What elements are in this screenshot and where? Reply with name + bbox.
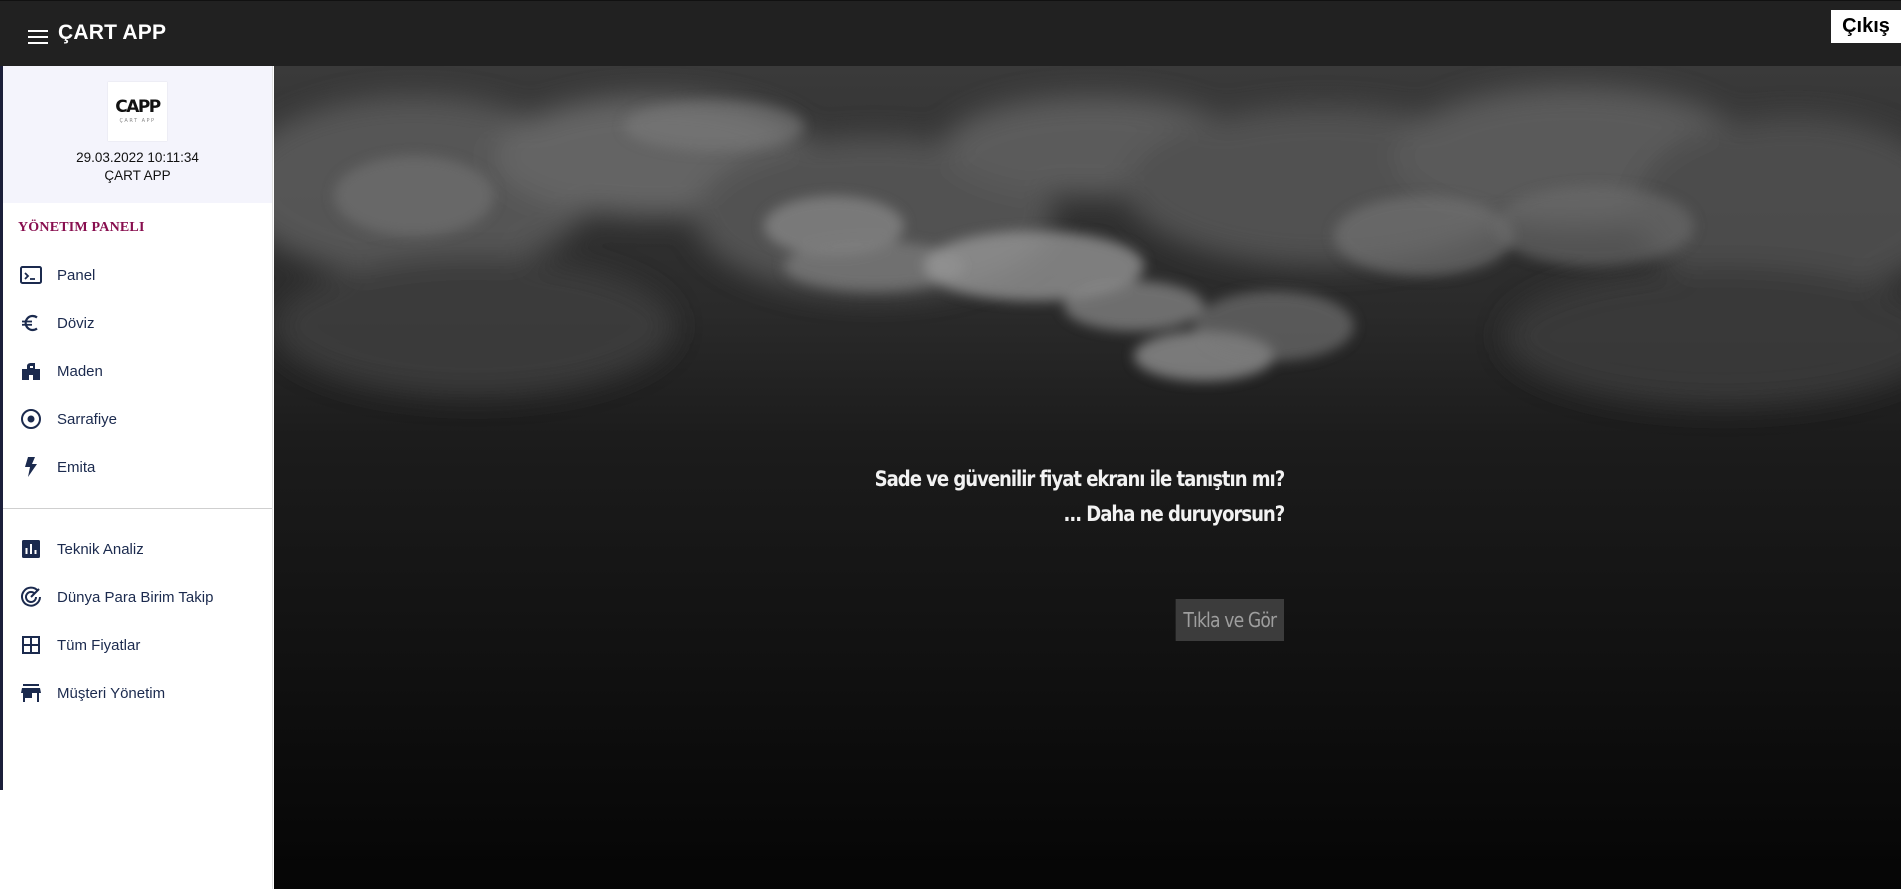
bolt-icon: [19, 455, 43, 479]
euro-icon: [19, 311, 43, 335]
sidebar-item-sarrafiye[interactable]: Sarrafiye: [3, 395, 272, 443]
sidebar-item-doviz[interactable]: Döviz: [3, 299, 272, 347]
app-bar: ÇART APP Çıkış: [0, 0, 1901, 66]
sidebar-item-label: Tüm Fiyatlar: [57, 636, 141, 654]
logo-text: CAPP: [115, 97, 161, 117]
sidebar-item-label: Panel: [57, 266, 96, 284]
terminal-icon: [19, 263, 43, 287]
sidebar-item-panel[interactable]: Panel: [3, 251, 272, 299]
bar-chart-icon: [19, 537, 43, 561]
hero-tagline: Sade ve güvenilir fiyat ekranı ile tanış…: [874, 461, 1285, 532]
hero-line-1: Sade ve güvenilir fiyat ekranı ile tanış…: [874, 467, 1285, 491]
hero-banner: Sade ve güvenilir fiyat ekranı ile tanış…: [274, 66, 1901, 889]
hero-line-2: ... Daha ne duruyorsun?: [1063, 502, 1285, 526]
sidebar-item-emita[interactable]: Emita: [3, 443, 272, 491]
logo-subtext: ÇART APP: [119, 118, 156, 124]
sidebar-item-dunya-para[interactable]: Dünya Para Birim Takip: [3, 573, 272, 621]
sidebar-item-label: Sarrafiye: [57, 410, 118, 428]
sidebar-item-label: Emita: [57, 458, 96, 476]
factory-icon: [19, 359, 43, 383]
profile-datetime: 29.03.2022 10:11:34: [76, 150, 199, 165]
sidebar-divider: [3, 508, 272, 509]
sidebar-item-label: Döviz: [57, 314, 95, 332]
sidebar-item-maden[interactable]: Maden: [3, 347, 272, 395]
profile-name: ÇART APP: [104, 168, 171, 183]
app-title: ÇART APP: [58, 21, 167, 44]
sidebar-item-tum-fiyatlar[interactable]: Tüm Fiyatlar: [3, 621, 272, 669]
section-title: YÖNETIM PANELI: [18, 220, 145, 235]
grid-icon: [19, 633, 43, 657]
app-logo: CAPP ÇART APP: [108, 82, 167, 141]
profile-card: CAPP ÇART APP 29.03.2022 10:11:34 ÇART A…: [3, 66, 272, 203]
store-icon: [19, 681, 43, 705]
sidebar-item-musteri-yonetim[interactable]: Müşteri Yönetim: [3, 669, 272, 717]
logout-button[interactable]: Çıkış: [1831, 10, 1901, 43]
menu-icon[interactable]: [26, 25, 50, 49]
cta-button[interactable]: Tıkla ve Gör: [1175, 599, 1284, 641]
cta-wrapper: Tıkla ve Gör: [1158, 599, 1284, 641]
sidebar-item-label: Müşteri Yönetim: [57, 684, 166, 702]
sidebar-item-label: Maden: [57, 362, 103, 380]
sidebar-item-label: Teknik Analiz: [57, 540, 144, 558]
track-changes-icon: [19, 585, 43, 609]
sidebar-item-teknik-analiz[interactable]: Teknik Analiz: [3, 525, 272, 573]
sidebar: CAPP ÇART APP 29.03.2022 10:11:34 ÇART A…: [3, 66, 273, 889]
sidebar-item-label: Dünya Para Birim Takip: [57, 588, 214, 606]
radio-button-icon: [19, 407, 43, 431]
